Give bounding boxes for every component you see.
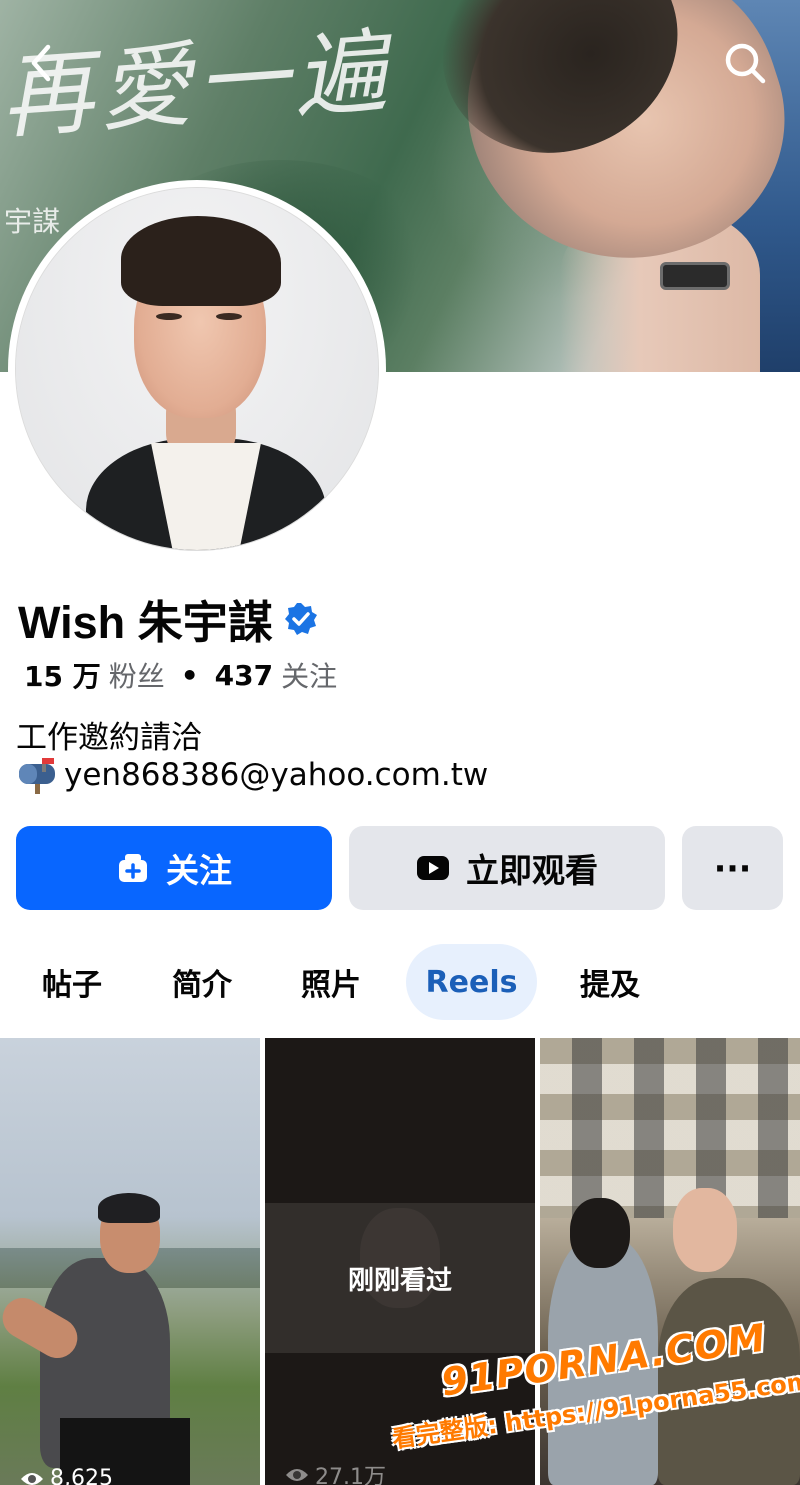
bio-email[interactable]: yen868386@yahoo.com.tw <box>64 757 488 793</box>
tab-photos[interactable]: 照片 <box>281 944 381 1020</box>
reel-views-count: 8,625 <box>50 1466 113 1485</box>
following-label[interactable]: 关注 <box>281 655 337 695</box>
reel-watched-overlay: 刚刚看过 <box>265 1203 535 1353</box>
reel-person-cap <box>98 1193 160 1223</box>
following-count[interactable]: 437 <box>215 659 273 692</box>
more-button[interactable]: ··· <box>682 826 783 910</box>
reel-person-head <box>673 1188 737 1272</box>
followers-label[interactable]: 粉丝 <box>109 655 165 695</box>
search-icon <box>725 43 766 84</box>
profile-name-row: Wish 朱宇謀 <box>18 586 319 651</box>
tab-about[interactable]: 简介 <box>152 944 252 1020</box>
watch-now-button[interactable]: 立即观看 <box>349 826 665 910</box>
reel-views: 27.1万 <box>285 1459 386 1485</box>
profile-name: Wish 朱宇謀 <box>18 597 273 648</box>
follow-button-label: 关注 <box>166 851 232 890</box>
avatar-eye <box>156 313 182 320</box>
reel-views: 8,625 <box>20 1466 113 1485</box>
search-button[interactable] <box>718 36 772 90</box>
bio-email-row: yen868386@yahoo.com.tw <box>16 756 488 794</box>
follow-plus-icon <box>119 854 147 882</box>
tab-mentions[interactable]: 提及 <box>560 944 660 1020</box>
play-video-icon <box>417 856 449 880</box>
avatar-eye <box>216 313 242 320</box>
verified-badge-icon <box>284 602 317 635</box>
profile-stats: 15 万 粉丝 • 437 关注 <box>24 655 337 695</box>
reel-views-count: 27.1万 <box>315 1465 386 1485</box>
eye-icon <box>21 1472 43 1485</box>
tab-reels[interactable]: Reels <box>406 944 537 1020</box>
followers-count[interactable]: 15 万 <box>24 655 101 695</box>
watch-now-label: 立即观看 <box>466 851 598 890</box>
more-dots-icon: ··· <box>713 848 752 888</box>
stats-separator: • <box>180 658 199 692</box>
mailbox-icon <box>19 758 55 794</box>
avatar <box>15 187 379 551</box>
profile-picture[interactable] <box>8 180 386 558</box>
reel-scene <box>540 1038 800 1218</box>
bio-line: 工作邀約請洽 <box>16 720 202 756</box>
follow-button[interactable]: 关注 <box>16 826 332 910</box>
back-button[interactable] <box>14 36 68 90</box>
reel-person-head <box>570 1198 630 1268</box>
reel-thumbnail[interactable]: 8,625 <box>0 1038 260 1485</box>
eye-icon <box>286 1469 308 1481</box>
tab-posts[interactable]: 帖子 <box>22 944 122 1020</box>
profile-tabs: 帖子 简介 照片 Reels 提及 <box>0 944 800 1020</box>
avatar-hair <box>121 216 281 306</box>
chevron-left-icon <box>31 44 51 82</box>
cover-watch <box>660 262 730 290</box>
